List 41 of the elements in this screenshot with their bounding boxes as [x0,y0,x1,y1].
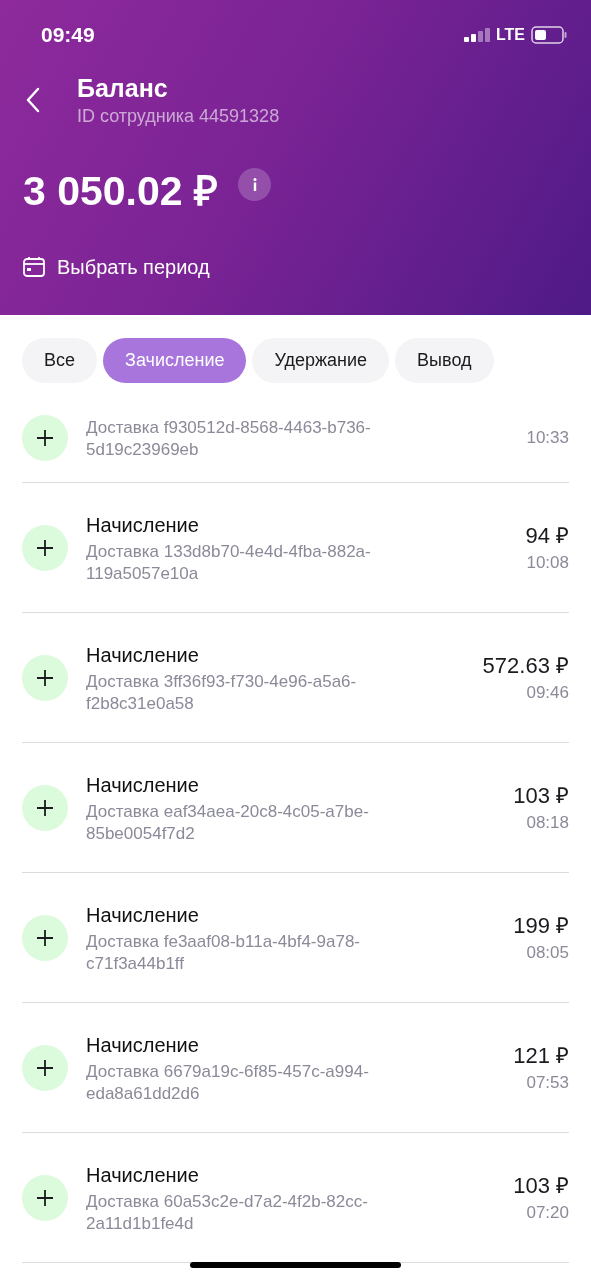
transaction-description: Доставка f930512d-8568-4463-b736-5d19c23969eb [86,416,372,461]
transaction-amount: 103 ₽ [513,1171,569,1200]
transaction-amount: 121 ₽ [513,1041,569,1070]
info-button[interactable] [238,168,271,201]
transaction-time: 10:33 [526,426,569,449]
info-icon [252,178,257,191]
transaction-description: Доставка fe3aaf08-b11a-4bf4-9a78-c71f3a44b1ff [86,930,361,975]
filter-tab[interactable]: Все [22,338,98,383]
network-label: LTE [495,25,525,45]
status-time: 09:49 [41,22,95,49]
transaction-amount: 199 ₽ [513,911,569,940]
transaction-title: Начисление [86,512,200,538]
balance-amount: 3 050.02 ₽ [23,167,218,216]
calendar-icon [23,257,45,277]
transaction-title: Начисление [86,1032,200,1058]
transaction-title: Начисление [86,1162,200,1188]
transaction-title: Начисление [86,772,200,798]
transaction-time: 08:05 [526,941,569,964]
transaction-description: Доставка 133d8b70-4e4d-4fba-882a-119a5057e10a [86,540,372,585]
filter-tab[interactable]: Удержание [252,338,390,383]
transaction-amount: 103 ₽ [513,781,569,810]
transaction-description: Доставка 3ff36f93-f730-4e96-a5a6-f2b8c31e0a58 [86,670,358,715]
transaction-title: Начисление [86,642,200,668]
transaction-description: Доставка 60a53c2e-d7a2-4f2b-82cc-2a11d1b1fe4d [86,1190,369,1235]
transaction-description: Доставка eaf34aea-20c8-4c05-a7be-85be0054f7d2 [86,800,370,845]
period-button[interactable]: Выбрать период [23,252,210,282]
battery-icon [531,26,567,44]
transaction-time: 09:46 [526,681,569,704]
back-icon [25,87,41,113]
transaction-amount: 572.63 ₽ [482,651,569,680]
transaction-time: 10:08 [526,551,569,574]
transaction-description: Доставка 6679a19c-6f85-457c-a994-eda8a61dd2d6 [86,1060,370,1105]
page-title: Баланс [77,73,169,104]
transaction-time: 07:20 [526,1201,569,1224]
transaction-amount: 94 ₽ [525,521,569,550]
transaction-time: 08:18 [526,811,569,834]
signal-icon [463,28,490,42]
employee-id: ID сотрудника 44591328 [77,105,280,128]
transaction-time: 07:53 [526,1071,569,1094]
filter-tab[interactable]: Вывод [395,338,494,383]
transaction-title: Начисление [86,902,200,928]
